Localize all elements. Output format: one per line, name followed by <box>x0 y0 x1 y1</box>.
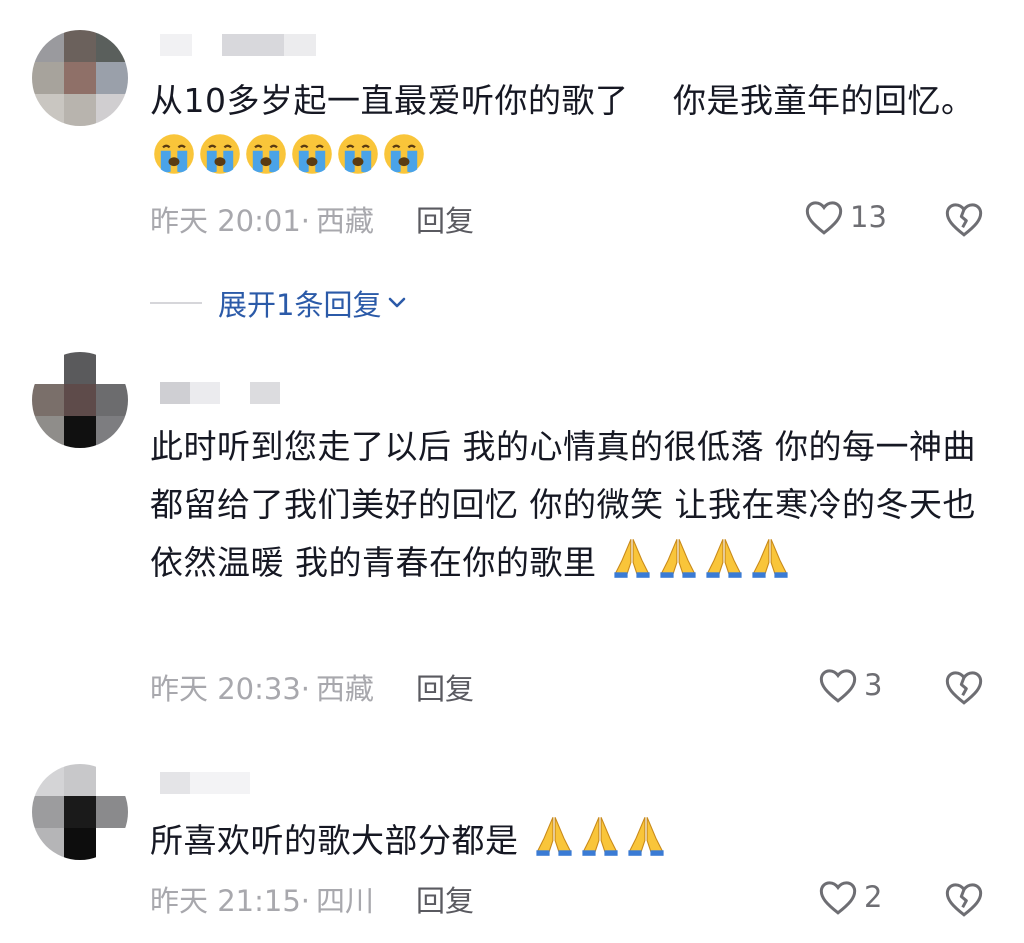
username-redacted[interactable] <box>160 34 316 56</box>
location: 西藏 <box>316 204 375 238</box>
folded-hands-icon <box>702 536 746 580</box>
comment-meta: 昨天 21:15· 四川 回复 <box>150 878 474 920</box>
timestamp: 昨天 20:33· <box>150 672 311 706</box>
reply-button[interactable]: 回复 <box>416 666 474 708</box>
broken-heart-icon[interactable] <box>944 880 984 918</box>
folded-hands-icon <box>624 814 668 858</box>
heart-icon <box>818 878 858 916</box>
broken-heart-icon[interactable] <box>944 668 984 706</box>
comment-text: 从10多岁起一直最爱听你的歌了 你是我童年的回忆。 <box>150 72 980 188</box>
folded-hands-icon <box>532 814 576 858</box>
like-button[interactable]: 2 <box>818 878 882 916</box>
avatar[interactable] <box>32 352 128 448</box>
like-button[interactable]: 13 <box>804 198 887 236</box>
timestamp: 昨天 21:15· <box>150 884 311 918</box>
like-count: 3 <box>864 668 883 702</box>
like-count: 2 <box>864 880 883 914</box>
broken-heart-icon[interactable] <box>944 200 984 238</box>
like-button[interactable]: 3 <box>818 666 882 704</box>
folded-hands-icon <box>656 536 700 580</box>
folded-hands-icon <box>578 814 622 858</box>
loudly-crying-face-icon <box>152 132 196 176</box>
chevron-down-icon <box>387 296 407 310</box>
username-redacted[interactable] <box>160 382 280 404</box>
location: 西藏 <box>316 672 375 706</box>
heart-icon <box>818 666 858 704</box>
username-redacted[interactable] <box>160 772 250 794</box>
folded-hands-icon <box>610 536 654 580</box>
expand-replies-label[interactable]: 展开1条回复 <box>218 282 381 324</box>
avatar[interactable] <box>32 30 128 126</box>
comment-text: 所喜欢听的歌大部分都是 <box>150 812 980 870</box>
loudly-crying-face-icon <box>244 132 288 176</box>
comment-text: 此时听到您走了以后 我的心情真的很低落 你的每一神曲 都留给了我们美好的回忆 你… <box>150 427 976 582</box>
loudly-crying-face-icon <box>198 132 242 176</box>
reply-button[interactable]: 回复 <box>416 198 474 240</box>
loudly-crying-face-icon <box>382 132 426 176</box>
avatar[interactable] <box>32 764 128 860</box>
heart-icon <box>804 198 844 236</box>
comment-meta: 昨天 20:01· 西藏 回复 <box>150 198 474 240</box>
loudly-crying-face-icon <box>336 132 380 176</box>
loudly-crying-face-icon <box>290 132 334 176</box>
location: 四川 <box>316 884 375 918</box>
comment-meta: 昨天 20:33· 西藏 回复 <box>150 666 474 708</box>
like-count: 13 <box>850 200 887 234</box>
divider-line <box>150 302 202 304</box>
expand-replies[interactable]: 展开1条回复 <box>150 282 407 324</box>
timestamp: 昨天 20:01· <box>150 204 311 238</box>
folded-hands-icon <box>748 536 792 580</box>
reply-button[interactable]: 回复 <box>416 878 474 920</box>
